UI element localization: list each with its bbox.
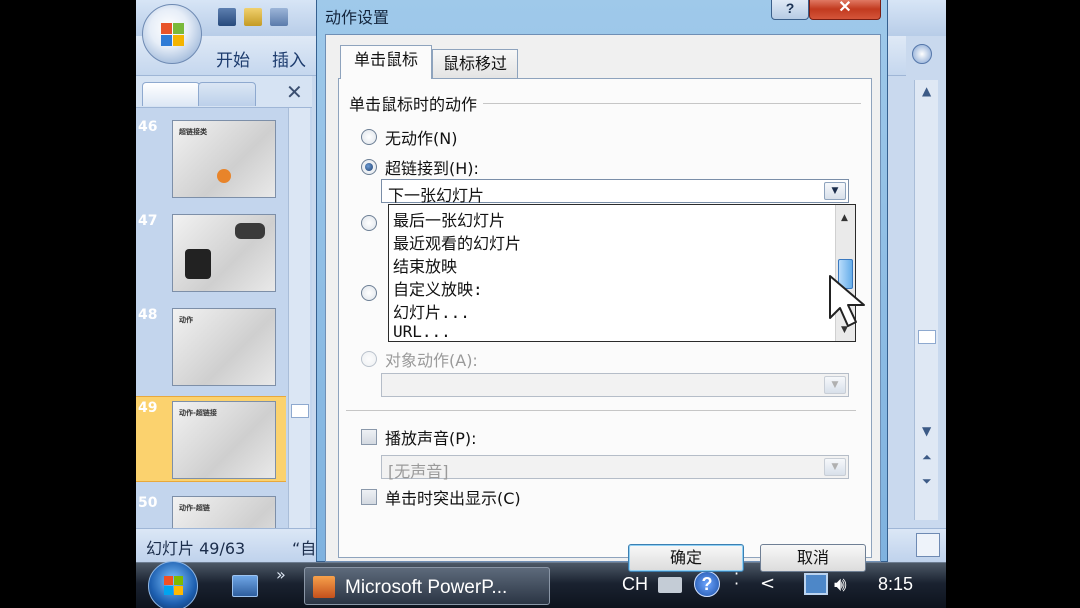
dropdown-option[interactable]: 最后一张幻灯片	[393, 207, 505, 231]
hyperlink-select-value: 下一张幻灯片	[388, 186, 485, 205]
play-sound-label[interactable]: 播放声音(P):	[385, 425, 477, 449]
language-help-icon[interactable]: ?	[694, 571, 720, 597]
chevron-down-icon[interactable]: ▼	[824, 182, 846, 200]
slide-thumbnail	[172, 214, 276, 292]
chevron-down-icon: ▼	[824, 458, 846, 476]
run-macro-radio[interactable]	[361, 285, 377, 301]
highlight-click-label[interactable]: 单击时突出显示(C)	[385, 485, 521, 509]
slide-panel-scrollbar[interactable]	[288, 108, 310, 528]
sound-select: [无声音] ▼	[381, 455, 849, 481]
slide-number: 47	[138, 213, 158, 229]
mouse-cursor-icon	[829, 275, 865, 327]
taskbar-powerpoint-button[interactable]: Microsoft PowerP...	[304, 567, 550, 605]
tray-expand-icon[interactable]: <	[760, 573, 775, 594]
thumb-title: 动作	[179, 316, 193, 324]
slide-entry[interactable]: 46 超链接类	[136, 116, 286, 202]
slide-entry-selected[interactable]: 49 动作-超链接	[136, 396, 286, 482]
quick-access-toolbar	[218, 8, 288, 26]
keyboard-icon[interactable]	[658, 577, 682, 593]
dropdown-option[interactable]: URL...	[393, 322, 451, 341]
help-icon[interactable]	[912, 44, 932, 64]
windows-logo-icon	[164, 576, 184, 596]
editor-vertical-scrollbar[interactable]: ▲ ▼ ⏶ ⏷	[914, 80, 938, 520]
save-icon[interactable]	[218, 8, 236, 26]
undo-icon[interactable]	[244, 8, 262, 26]
language-bar-options-icon[interactable]: · ·	[734, 566, 739, 592]
thumb-title: 动作-超链接	[179, 409, 217, 417]
ribbon-tab-insert[interactable]: 插入	[272, 46, 306, 71]
close-panel-icon[interactable]: ✕	[286, 80, 303, 104]
sound-select-value: [无声音]	[388, 462, 449, 481]
dialog-close-button[interactable]: ✕	[809, 0, 881, 20]
object-action-select: ▼	[381, 373, 849, 397]
hyperlink-select[interactable]: 下一张幻灯片 ▼	[381, 179, 849, 205]
redo-icon[interactable]	[270, 8, 288, 26]
scroll-thumb[interactable]	[291, 404, 309, 418]
run-program-radio[interactable]	[361, 215, 377, 231]
slide-entry[interactable]: 48 动作	[136, 304, 286, 390]
object-action-label: 对象动作(A):	[385, 351, 478, 370]
hyperlink-dropdown-list: 最后一张幻灯片 最近观看的幻灯片 结束放映 自定义放映: 幻灯片... URL.…	[388, 204, 856, 342]
quicklaunch-chevron-icon[interactable]: »	[276, 565, 286, 584]
office-logo-icon	[161, 23, 185, 47]
thumb-title: 超链接类	[179, 128, 207, 136]
scroll-thumb[interactable]	[918, 330, 936, 344]
section-divider	[346, 410, 856, 411]
input-language[interactable]: CH	[622, 574, 648, 595]
powerpoint-icon	[313, 576, 335, 598]
dropdown-option[interactable]: 自定义放映:	[393, 276, 483, 300]
object-action-radio[interactable]	[361, 351, 377, 367]
slide-thumbnail: 动作-超链接	[172, 401, 276, 479]
ribbon-tab-home[interactable]: 开始	[216, 46, 250, 71]
thumb-title: 动作-超链	[179, 504, 210, 512]
ok-button[interactable]: 确定	[628, 544, 744, 572]
cancel-button[interactable]: 取消	[760, 544, 866, 572]
volume-icon[interactable]: 🔊︎	[834, 572, 847, 596]
dropdown-option[interactable]: 最近观看的幻灯片	[393, 230, 521, 254]
network-icon[interactable]	[804, 573, 828, 595]
scroll-up-icon[interactable]: ▲	[841, 213, 848, 223]
fit-to-window-icon[interactable]	[916, 533, 940, 557]
slide-counter: 幻灯片 49/63	[146, 539, 246, 558]
dialog-title: 动作设置	[325, 8, 390, 27]
previous-slide-icon[interactable]: ⏶	[922, 450, 932, 465]
next-slide-icon[interactable]: ⏷	[922, 474, 932, 489]
theme-name: “自	[292, 539, 317, 558]
hyperlink-label[interactable]: 超链接到(H):	[385, 155, 479, 179]
no-action-label[interactable]: 无动作(N)	[385, 125, 457, 149]
dialog-help-button[interactable]: ?	[771, 0, 809, 20]
dropdown-option[interactable]: 结束放映	[393, 253, 457, 277]
group-label: 单击鼠标时的动作	[349, 91, 484, 115]
play-sound-checkbox[interactable]	[361, 429, 377, 445]
no-action-radio[interactable]	[361, 129, 377, 145]
chevron-down-icon: ▼	[824, 376, 846, 394]
slide-number: 48	[138, 307, 158, 323]
taskbar-app-label: Microsoft PowerP...	[345, 577, 508, 598]
show-desktop-icon[interactable]	[232, 575, 258, 597]
scroll-down-icon[interactable]: ▼	[922, 424, 931, 438]
slides-tab[interactable]	[142, 82, 200, 106]
start-button[interactable]	[148, 561, 198, 608]
slide-thumbnail: 超链接类	[172, 120, 276, 198]
slide-thumbnail-panel: 46 超链接类 47 48 动作 49 动作-超链接 50 动作-超链	[136, 108, 312, 574]
dropdown-option[interactable]: 幻灯片...	[393, 299, 470, 323]
slide-number: 49	[138, 400, 158, 416]
hyperlink-radio[interactable]	[361, 159, 377, 175]
tab-mouse-over[interactable]: 鼠标移过	[432, 49, 518, 79]
slide-number: 46	[138, 119, 158, 135]
slide-entry[interactable]: 47	[136, 210, 286, 296]
office-button[interactable]	[142, 4, 202, 64]
slide-number: 50	[138, 495, 158, 511]
slide-thumbnail: 动作	[172, 308, 276, 386]
outline-tab[interactable]	[198, 82, 256, 106]
tab-mouse-click[interactable]: 单击鼠标	[340, 45, 432, 79]
slides-panel-tabs: ✕	[136, 76, 312, 108]
scroll-up-icon[interactable]: ▲	[922, 84, 931, 98]
highlight-click-checkbox[interactable]	[361, 489, 377, 505]
clock[interactable]: 8:15	[878, 574, 913, 595]
